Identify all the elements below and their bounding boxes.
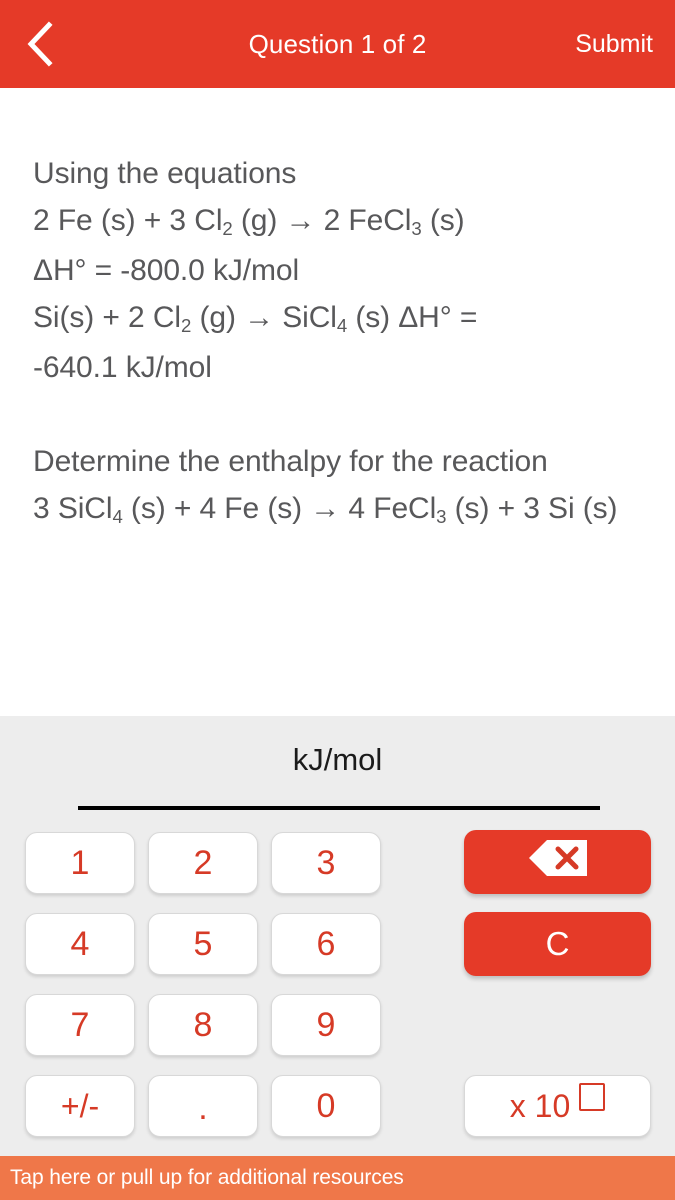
question-prompt: Determine the enthalpy for the reaction: [33, 445, 548, 478]
key-3[interactable]: 3: [271, 832, 381, 894]
equation-1-line-1: 2 Fe (s) + 3 Cl2 (g) → 2 FeCl3 (s): [33, 197, 645, 247]
key-0[interactable]: 0: [271, 1075, 381, 1137]
target-pre: 3 SiCl: [33, 492, 113, 525]
app-header: Question 1 of 2 Submit: [0, 0, 675, 88]
eq1-sub-2: 3: [411, 218, 422, 240]
eq1-sub-1: 2: [222, 218, 233, 240]
key-decimal[interactable]: .: [148, 1075, 258, 1137]
eq2-mid: (g) → SiCl: [191, 301, 337, 334]
key-2[interactable]: 2: [148, 832, 258, 894]
key-plus-minus[interactable]: +/-: [25, 1075, 135, 1137]
key-1[interactable]: 1: [25, 832, 135, 894]
question-text: Using the equations 2 Fe (s) + 3 Cl2 (g)…: [33, 150, 645, 535]
target-sub-2: 3: [436, 506, 447, 528]
target-sub-1: 4: [112, 506, 123, 528]
exponent-label: x 10: [509, 1087, 571, 1124]
eq1-post: (s): [421, 204, 465, 237]
key-4[interactable]: 4: [25, 913, 135, 975]
answer-row: kJ/mol: [0, 716, 675, 826]
target-post: (s) + 3 Si (s): [446, 492, 618, 525]
key-6[interactable]: 6: [271, 913, 381, 975]
eq2-pre: Si(s) + 2 Cl: [33, 301, 181, 334]
equation-1-enthalpy: ΔH° = -800.0 kJ/mol: [33, 254, 300, 287]
question-content: Using the equations 2 Fe (s) + 3 Cl2 (g)…: [0, 88, 675, 716]
answer-input[interactable]: [78, 760, 600, 806]
submit-button[interactable]: Submit: [575, 0, 653, 88]
target-mid: (s) + 4 Fe (s) → 4 FeCl: [122, 492, 437, 525]
clear-button[interactable]: C: [464, 912, 651, 976]
resources-bar-label: Tap here or pull up for additional resou…: [10, 1166, 404, 1189]
key-7[interactable]: 7: [25, 994, 135, 1056]
page-title: Question 1 of 2: [248, 29, 427, 59]
target-reaction: 3 SiCl4 (s) + 4 Fe (s) → 4 FeCl3 (s) + 3…: [33, 485, 645, 535]
equation-2-line-1: Si(s) + 2 Cl2 (g) → SiCl4 (s) ΔH° =: [33, 294, 645, 344]
question-intro: Using the equations: [33, 157, 297, 190]
eq2-post: (s) ΔH° =: [347, 301, 478, 334]
resources-bar[interactable]: Tap here or pull up for additional resou…: [0, 1156, 675, 1200]
eq2-sub-2: 4: [336, 315, 348, 337]
exponent-placeholder-box: [579, 1083, 606, 1111]
exponent-button[interactable]: x 10: [464, 1075, 651, 1137]
key-5[interactable]: 5: [148, 913, 258, 975]
key-8[interactable]: 8: [148, 994, 258, 1056]
answer-underline: [78, 806, 600, 810]
key-9[interactable]: 9: [271, 994, 381, 1056]
eq1-mid: (g) → 2 FeCl: [232, 204, 412, 237]
equation-2-enthalpy: -640.1 kJ/mol: [33, 351, 212, 384]
eq2-sub-1: 2: [181, 315, 192, 337]
eq1-pre: 2 Fe (s) + 3 Cl: [33, 204, 223, 237]
keypad-panel: kJ/mol 1 2 3 4 5 6 7 8 9 +/- . 0 C x 10: [0, 716, 675, 1156]
backspace-icon: [527, 838, 589, 886]
backspace-button[interactable]: [464, 830, 651, 894]
